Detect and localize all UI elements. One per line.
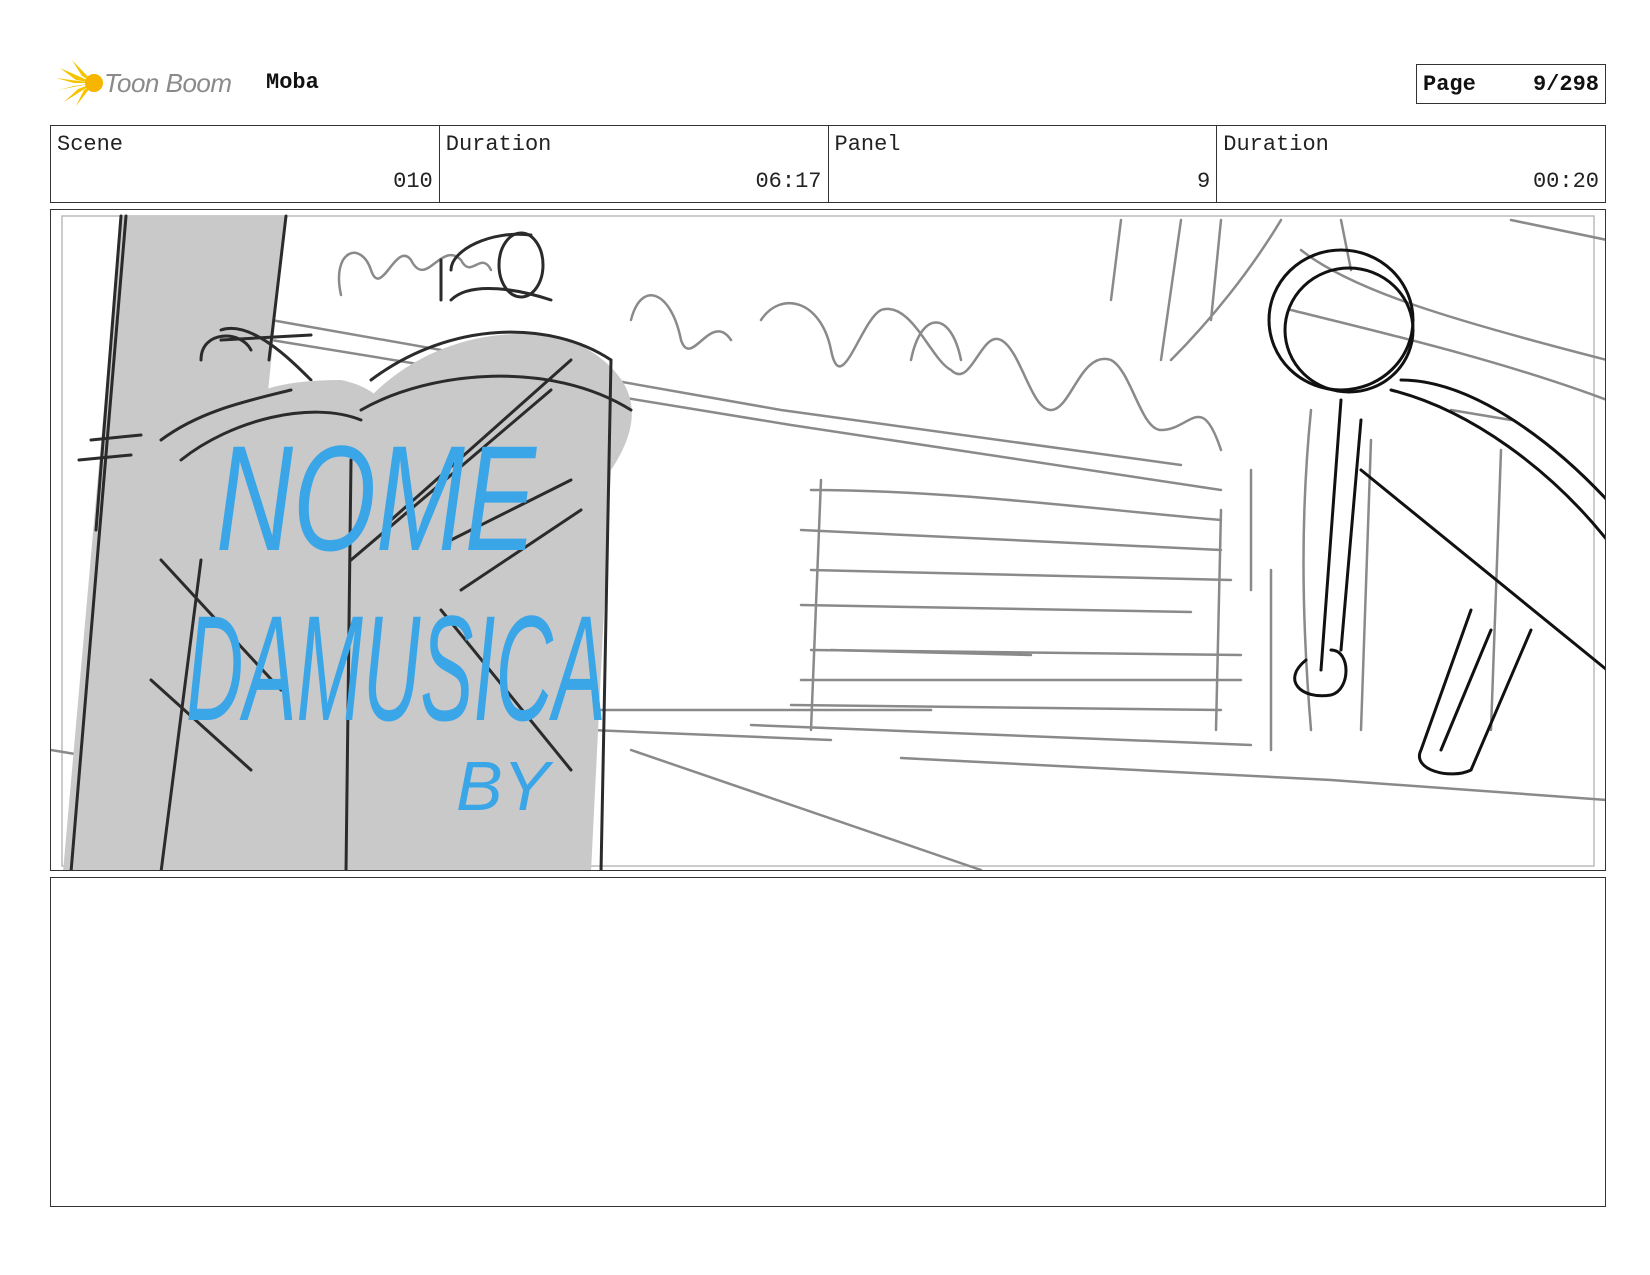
page-counter: Page 9/298 (1416, 64, 1606, 104)
storyboard-panel: NOME DAMUSICA BY (50, 209, 1606, 871)
scene-info-bar: Scene 010 Duration 06:17 Panel 9 Duratio… (50, 125, 1606, 203)
scene-duration-cell: Duration 06:17 (440, 126, 829, 202)
project-title: Moba (266, 70, 319, 95)
graffiti-line-1: NOME (216, 414, 537, 582)
page-value: 9/298 (1532, 71, 1599, 97)
graffiti-line-2: DAMUSICA (186, 584, 606, 752)
character-sketch (1267, 248, 1605, 776)
notes-area (50, 877, 1606, 1207)
scene-duration-label: Duration (445, 132, 552, 157)
scene-duration-value: 06:17 (755, 169, 822, 194)
panel-duration-value: 00:20 (1532, 169, 1599, 194)
panel-label: Panel (834, 132, 901, 157)
scene-value: 010 (393, 169, 433, 194)
graffiti-line-3: BY (456, 747, 554, 825)
scene-label: Scene (57, 132, 124, 157)
panel-sketch: NOME DAMUSICA BY (51, 214, 1605, 870)
brand-name: Toon Boom (104, 67, 232, 98)
page-label: Page (1423, 71, 1476, 97)
starburst-icon (56, 60, 103, 106)
panel-cell: Panel 9 (829, 126, 1218, 202)
page-header: Toon Boom Moba Page 9/298 (50, 58, 1606, 108)
panel-duration-cell: Duration 00:20 (1217, 126, 1605, 202)
panel-value: 9 (1197, 169, 1211, 194)
panel-duration-label: Duration (1223, 132, 1329, 157)
scene-cell: Scene 010 (51, 126, 440, 202)
